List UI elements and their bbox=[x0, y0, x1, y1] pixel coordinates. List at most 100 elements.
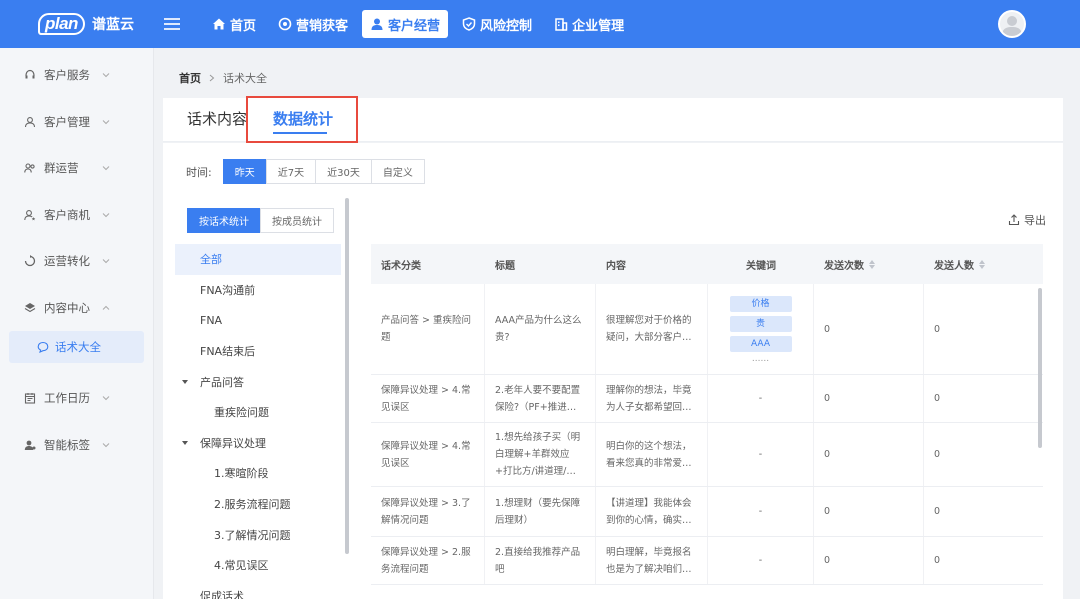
cell-send-people: 0 bbox=[934, 323, 941, 335]
sidebar-subitem-script-library[interactable]: 话术大全 bbox=[9, 331, 144, 363]
caret-down-icon[interactable] bbox=[181, 439, 189, 447]
chevron-down-icon bbox=[102, 164, 110, 172]
breadcrumb: 首页 话术大全 bbox=[179, 70, 267, 86]
cell-category: 保障异议处理 > 3.了解情况问题 bbox=[371, 487, 485, 536]
tree-item[interactable]: 全部 bbox=[175, 244, 341, 275]
person-star-icon bbox=[24, 209, 36, 221]
table-row[interactable]: 产品问答 > 重疾险问题 AAA产品为什么这么贵? 很理解您对于价格的疑问，大部… bbox=[371, 284, 1043, 375]
sort-icon[interactable] bbox=[869, 259, 875, 269]
tree-item[interactable]: 2.服务流程问题 bbox=[175, 489, 341, 520]
home-icon bbox=[212, 17, 226, 31]
keyword-more: ...... bbox=[751, 354, 770, 364]
cell-content: 明白理解，毕竟报名也是为了解决咱们家庭... bbox=[596, 537, 708, 584]
column-header: 话术分类 bbox=[381, 260, 421, 272]
layers-icon bbox=[24, 302, 36, 314]
nav-item-risk[interactable]: 风险控制 bbox=[454, 10, 540, 38]
nav-label: 风险控制 bbox=[480, 18, 533, 34]
tree-item-expandable[interactable]: 产品问答 bbox=[175, 366, 341, 397]
time-option-7days[interactable]: 近7天 bbox=[265, 159, 317, 184]
nav-label: 营销获客 bbox=[296, 18, 349, 34]
tree-item[interactable]: FNA结束后 bbox=[175, 336, 341, 367]
cell-title: 1.想先给孩子买（明白理解+羊群效应+打比方/讲道理/举例子） bbox=[485, 423, 596, 486]
menu-toggle-icon[interactable] bbox=[164, 18, 180, 30]
tree-item-label: 产品问答 bbox=[200, 375, 244, 389]
sidebar-item-label: 客户服务 bbox=[44, 68, 90, 83]
nav-label: 首页 bbox=[230, 18, 257, 34]
chat-icon bbox=[37, 341, 49, 353]
calendar-icon bbox=[24, 392, 36, 404]
keyword-tag: 价格 bbox=[729, 296, 792, 312]
sidebar-item-label: 客户管理 bbox=[44, 114, 90, 129]
target-icon bbox=[278, 17, 292, 31]
sidebar-item-opportunity[interactable]: 客户商机 bbox=[0, 192, 153, 239]
tree-item[interactable]: 促成话术 bbox=[175, 581, 341, 599]
cell-title: AAA产品为什么这么贵? bbox=[485, 284, 596, 374]
table-scrollbar[interactable] bbox=[1038, 288, 1042, 448]
breadcrumb-home[interactable]: 首页 bbox=[179, 70, 201, 86]
time-option-custom[interactable]: 自定义 bbox=[370, 159, 425, 184]
cell-category: 产品问答 > 重疾险问题 bbox=[371, 284, 485, 374]
time-option-30days[interactable]: 近30天 bbox=[315, 159, 372, 184]
sidebar-item-group-ops[interactable]: 群运营 bbox=[0, 145, 153, 192]
main-nav: 首页 营销获客 客户经营 风险控制 企业管理 bbox=[204, 0, 638, 48]
tree-item-expandable[interactable]: 保障异议处理 bbox=[175, 428, 341, 459]
time-filter: 时间: 昨天 近7天 近30天 自定义 bbox=[186, 159, 425, 184]
sidebar-item-calendar[interactable]: 工作日历 bbox=[0, 375, 153, 422]
sidebar-item-content-center[interactable]: 内容中心 bbox=[0, 285, 153, 332]
breadcrumb-current: 话术大全 bbox=[223, 72, 267, 85]
sidebar-item-conversion[interactable]: 运营转化 bbox=[0, 238, 153, 285]
shield-icon bbox=[462, 17, 476, 31]
top-navigation-bar: plan 谱蓝云 首页 营销获客 客户经营 风险控制 企业管理 bbox=[0, 0, 1080, 48]
person-icon bbox=[24, 116, 36, 128]
cell-send-count: 0 bbox=[814, 284, 924, 374]
stat-mode-toggle: 按话术统计 按成员统计 bbox=[187, 208, 334, 233]
time-option-yesterday[interactable]: 昨天 bbox=[222, 159, 267, 184]
tree-item[interactable]: FNA沟通前 bbox=[175, 275, 341, 306]
sidebar-item-label: 群运营 bbox=[44, 161, 79, 176]
nav-item-customer[interactable]: 客户经营 bbox=[362, 10, 449, 38]
chevron-down-icon bbox=[102, 71, 110, 79]
column-header-sortable[interactable]: 发送次数 bbox=[814, 244, 924, 284]
nav-item-marketing[interactable]: 营销获客 bbox=[270, 10, 356, 38]
export-button[interactable]: 导出 bbox=[1008, 212, 1046, 228]
tree-item[interactable]: FNA bbox=[175, 305, 341, 336]
cycle-icon bbox=[24, 255, 36, 267]
sidebar-subitem-label: 话术大全 bbox=[55, 340, 101, 354]
sidebar-item-label: 工作日历 bbox=[44, 391, 90, 406]
caret-down-icon[interactable] bbox=[181, 378, 189, 386]
sidebar-item-label: 客户商机 bbox=[44, 207, 90, 222]
chevron-right-icon bbox=[209, 72, 215, 85]
table-row[interactable]: 保障异议处理 > 2.服务流程问题 2.直接给我推荐产品吧 明白理解，毕竟报名也… bbox=[371, 537, 1043, 585]
column-header: 内容 bbox=[606, 260, 626, 272]
tree-item[interactable]: 重疾险问题 bbox=[175, 397, 341, 428]
sidebar-item-smart-tags[interactable]: 智能标签 bbox=[0, 422, 153, 469]
table-row[interactable]: 保障异议处理 > 4.常见误区 2.老年人要不要配置保险?（PF+推进动作） 理… bbox=[371, 375, 1043, 423]
tree-scrollbar[interactable] bbox=[345, 198, 349, 554]
chevron-down-icon bbox=[102, 394, 110, 402]
logo[interactable]: plan 谱蓝云 bbox=[0, 0, 150, 48]
tree-item-label: 保障异议处理 bbox=[200, 436, 266, 450]
chevron-up-icon bbox=[102, 304, 110, 312]
sort-icon[interactable] bbox=[979, 259, 985, 269]
cell-send-count: 0 bbox=[814, 423, 924, 486]
user-avatar[interactable] bbox=[998, 10, 1026, 38]
tab-script-content[interactable]: 话术内容 bbox=[187, 108, 247, 129]
column-header-sortable[interactable]: 发送人数 bbox=[924, 244, 1043, 284]
table-row[interactable]: 保障异议处理 > 3.了解情况问题 1.想理财（要先保障后理财） 【讲道理】我能… bbox=[371, 487, 1043, 537]
sidebar-item-customer-service[interactable]: 客户服务 bbox=[0, 52, 153, 99]
nav-item-home[interactable]: 首页 bbox=[204, 10, 264, 38]
tree-item[interactable]: 1.寒暄阶段 bbox=[175, 458, 341, 489]
table-row[interactable]: 保障异议处理 > 4.常见误区 1.想先给孩子买（明白理解+羊群效应+打比方/讲… bbox=[371, 423, 1043, 487]
stat-by-member-button[interactable]: 按成员统计 bbox=[260, 208, 334, 233]
sidebar-item-customer-management[interactable]: 客户管理 bbox=[0, 99, 153, 146]
tree-item[interactable]: 4.常见误区 bbox=[175, 550, 341, 581]
tree-item[interactable]: 3.了解情况问题 bbox=[175, 519, 341, 550]
highlight-box bbox=[246, 96, 358, 143]
category-tree: 全部 FNA沟通前 FNA FNA结束后 产品问答 重疾险问题 保障异议处理 1… bbox=[175, 244, 341, 599]
column-header-label: 发送人数 bbox=[934, 260, 974, 272]
chevron-down-icon bbox=[102, 118, 110, 126]
column-header: 标题 bbox=[495, 260, 515, 272]
stat-by-script-button[interactable]: 按话术统计 bbox=[187, 208, 261, 233]
cell-send-people: 0 bbox=[934, 555, 941, 566]
nav-item-enterprise[interactable]: 企业管理 bbox=[546, 10, 632, 38]
